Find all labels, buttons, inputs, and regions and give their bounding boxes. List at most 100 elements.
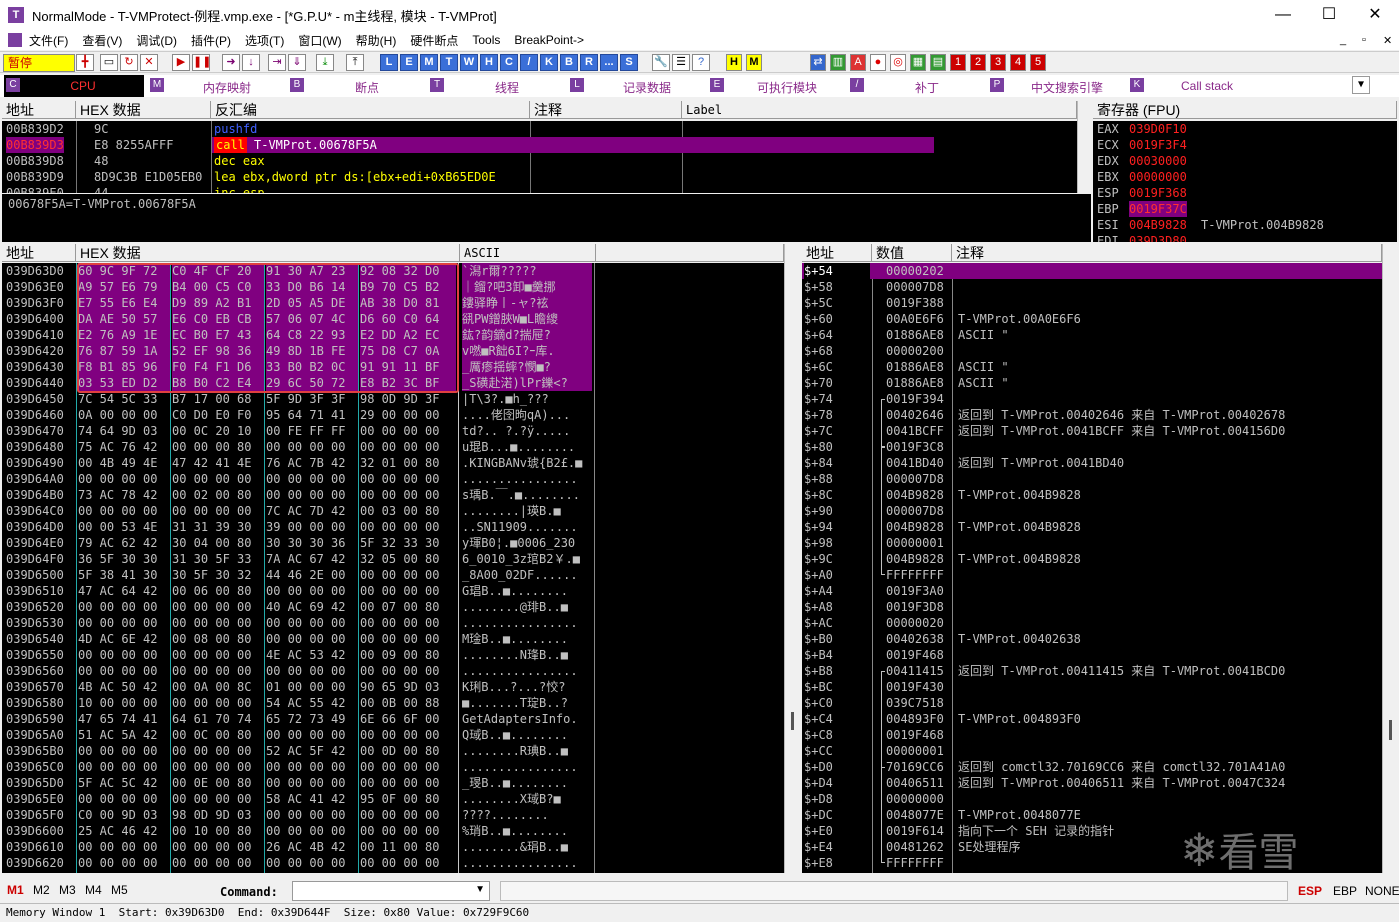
stack-value[interactable]: 0019F468: [886, 647, 944, 663]
tab-2[interactable]: B 断点: [288, 75, 428, 97]
dump-hex-group[interactable]: 39 00 00 00: [266, 519, 358, 535]
threads-window-button[interactable]: T: [440, 54, 458, 71]
dump-hex-group[interactable]: 91 91 11 BF: [360, 359, 456, 375]
dump-row[interactable]: 039D6500 5F 38 41 30 30 5F 30 32 44 46 2E 0…: [2, 567, 784, 583]
dump-row[interactable]: 039D65F0 C0 00 9D 03 98 0D 9D 03 00 00 00 0…: [2, 807, 784, 823]
dump-hex-group[interactable]: 5F AC 5C 42: [78, 775, 170, 791]
tab-1[interactable]: M 内存映射: [148, 75, 288, 97]
dump-hex-group[interactable]: 00 00 00 00: [172, 839, 264, 855]
dump-row[interactable]: 039D64E0 79 AC 62 42 30 04 00 80 30 30 30 3…: [2, 535, 784, 551]
register-row[interactable]: ESP 0019F368: [1093, 185, 1397, 201]
dump-hex-group[interactable]: 00 0E 00 80: [172, 775, 264, 791]
dump-hex-group[interactable]: 00 00 00 00: [266, 487, 358, 503]
mdi-close-button[interactable]: ✕: [1383, 34, 1392, 47]
dump-hex-group[interactable]: 32 05 00 80: [360, 551, 456, 567]
stack-value[interactable]: 00000202: [886, 263, 944, 279]
stack-value[interactable]: 0019F614: [886, 823, 944, 839]
stack-row[interactable]: $+D4 00406511 返回到 T-VMProt.00406511 来自 T-V…: [802, 775, 1382, 791]
menu-file[interactable]: 文件(F): [22, 32, 75, 49]
tab-5[interactable]: E 可执行模块: [708, 75, 848, 97]
dump-hex-group[interactable]: 00 00 00 00: [360, 615, 456, 631]
dump-hex-group[interactable]: 00 00 00 00: [172, 503, 264, 519]
menu-window[interactable]: 窗口(W): [291, 32, 348, 49]
slot-1-button[interactable]: 1: [950, 54, 966, 71]
slot-4-button[interactable]: 4: [1010, 54, 1026, 71]
marker-m4[interactable]: M4: [85, 883, 102, 897]
dump-hex-group[interactable]: 00 00 00 00: [360, 471, 456, 487]
dump-hex-group[interactable]: 00 00 00 00: [360, 855, 456, 871]
dump-hex-group[interactable]: 31 30 5F 33: [172, 551, 264, 567]
dump-hex-group[interactable]: 00 09 00 80: [360, 647, 456, 663]
stack-row[interactable]: $+64 01886AE8 ASCII ": [802, 327, 1382, 343]
dump-hex-group[interactable]: 00 00 00 00: [360, 807, 456, 823]
dump-hex-group[interactable]: 0A 00 00 00: [78, 407, 170, 423]
stack-row[interactable]: $+D0 70169CC6 返回到 comctl32.70169CC6 来自 com…: [802, 759, 1382, 775]
dump-hex-group[interactable]: DA AE 50 57: [78, 311, 170, 327]
dump-hex-group[interactable]: 74 64 9D 03: [78, 423, 170, 439]
stack-value[interactable]: 01886AE8: [886, 327, 944, 343]
dump-hex-group[interactable]: 5F 38 41 30: [78, 567, 170, 583]
minimize-button[interactable]: —: [1260, 0, 1306, 30]
dump-row[interactable]: 039D6460 0A 00 00 00 C0 D0 E0 F0 95 64 71 4…: [2, 407, 784, 423]
dump-row[interactable]: 039D65D0 5F AC 5C 42 00 0E 00 80 00 00 00 0…: [2, 775, 784, 791]
pause-icon[interactable]: ❚❚: [192, 54, 211, 71]
dump-hex-group[interactable]: 00 0B 00 88: [360, 695, 456, 711]
dump-hex-group[interactable]: 00 00 00 00: [360, 487, 456, 503]
dump-row[interactable]: 039D63D0 60 9C 9F 72 C0 4F CF 20 91 30 A7 2…: [2, 263, 784, 279]
command-input[interactable]: ▼: [292, 881, 490, 901]
stack-mode-esp[interactable]: ESP: [1298, 884, 1322, 898]
dump-hex-group[interactable]: 00 00 00 00: [266, 615, 358, 631]
dump-hex-group[interactable]: 30 04 00 80: [172, 535, 264, 551]
record-icon[interactable]: ●: [870, 54, 886, 71]
crosshair-icon[interactable]: ╋: [76, 54, 94, 71]
dump-pane[interactable]: 039D63D0 60 9C 9F 72 C0 4F CF 20 91 30 A7 2…: [2, 263, 784, 873]
stack-row[interactable]: $+58 000007D8: [802, 279, 1382, 295]
register-row[interactable]: EDI 039D3D80: [1093, 233, 1397, 242]
stack-value[interactable]: 0041BCFF: [886, 423, 944, 439]
dump-hex-group[interactable]: 00 00 00 00: [78, 471, 170, 487]
dump-hex-group[interactable]: 7A AC 67 42: [266, 551, 358, 567]
appearance-icon[interactable]: ☰: [672, 54, 690, 71]
restart-icon[interactable]: ↻: [120, 54, 138, 71]
dump-hex-group[interactable]: 00 00 00 00: [78, 615, 170, 631]
dump-row[interactable]: 039D6480 75 AC 76 42 00 00 00 80 00 00 00 0…: [2, 439, 784, 455]
dump-hex-group[interactable]: 58 AC 41 42: [266, 791, 358, 807]
stack-value[interactable]: 00A0E6F6: [886, 311, 944, 327]
dump-hex-group[interactable]: 91 30 A7 23: [266, 263, 358, 279]
dump-hex-group[interactable]: 65 72 73 49: [266, 711, 358, 727]
dump-hex-group[interactable]: 00 00 00 00: [172, 791, 264, 807]
stack-row[interactable]: $+E4 00481262 SE处理程序: [802, 839, 1382, 855]
chevron-down-icon[interactable]: ▼: [475, 884, 485, 895]
breakpoints-window-button[interactable]: B: [560, 54, 578, 71]
dump-row[interactable]: 039D6410 E2 76 A9 1E EC B0 E7 43 64 C8 22 9…: [2, 327, 784, 343]
dump-hex-group[interactable]: 44 46 2E 00: [266, 567, 358, 583]
stack-row[interactable]: $+94 004B9828 T-VMProt.004B9828: [802, 519, 1382, 535]
stack-row[interactable]: $+A4 0019F3A0: [802, 583, 1382, 599]
dump-hex-group[interactable]: 76 87 59 1A: [78, 343, 170, 359]
dump-hex-group[interactable]: 00 00 00 00: [172, 743, 264, 759]
source-window-button[interactable]: S: [620, 54, 638, 71]
registers-pane[interactable]: EAX 039D0F10 ECX 0019F3F4 EDX 00030000 EBX 0000…: [1093, 121, 1397, 242]
animate-into-icon[interactable]: ⇥: [268, 54, 286, 71]
dump-row[interactable]: 039D64D0 00 00 53 4E 31 31 39 30 39 00 00 0…: [2, 519, 784, 535]
dump-row[interactable]: 039D65B0 00 00 00 00 00 00 00 00 52 AC 5F 4…: [2, 743, 784, 759]
dump-hex-group[interactable]: 00 00 00 00: [172, 647, 264, 663]
stack-value[interactable]: 00402638: [886, 631, 944, 647]
dump-row[interactable]: 039D6470 74 64 9D 03 00 0C 20 10 00 FE FF F…: [2, 423, 784, 439]
dump-hex-group[interactable]: 00 11 00 80: [360, 839, 456, 855]
step-over-icon[interactable]: ↓: [242, 54, 260, 71]
dump-hex-group[interactable]: 00 00 00 00: [172, 663, 264, 679]
dump-hex-group[interactable]: 00 00 00 00: [360, 727, 456, 743]
dump-hex-group[interactable]: 00 10 00 80: [172, 823, 264, 839]
marker-m1[interactable]: M1: [7, 883, 24, 897]
dump-hex-group[interactable]: 4B AC 50 42: [78, 679, 170, 695]
dump-hex-group[interactable]: 6E 66 6F 00: [360, 711, 456, 727]
tab-7[interactable]: P 中文搜索引擎: [988, 75, 1128, 97]
dump-hex-group[interactable]: 26 AC 4B 42: [266, 839, 358, 855]
tab-dropdown-icon[interactable]: ▼: [1352, 76, 1370, 94]
dump-hex-group[interactable]: 00 00 00 00: [266, 823, 358, 839]
dump-row[interactable]: 039D6400 DA AE 50 57 E6 C0 EB CB 57 06 07 4…: [2, 311, 784, 327]
stack-value[interactable]: 01886AE8: [886, 359, 944, 375]
stack-value[interactable]: 00406511: [886, 775, 944, 791]
dump-row[interactable]: 039D6450 7C 54 5C 33 B7 17 00 68 5F 9D 3F 3…: [2, 391, 784, 407]
